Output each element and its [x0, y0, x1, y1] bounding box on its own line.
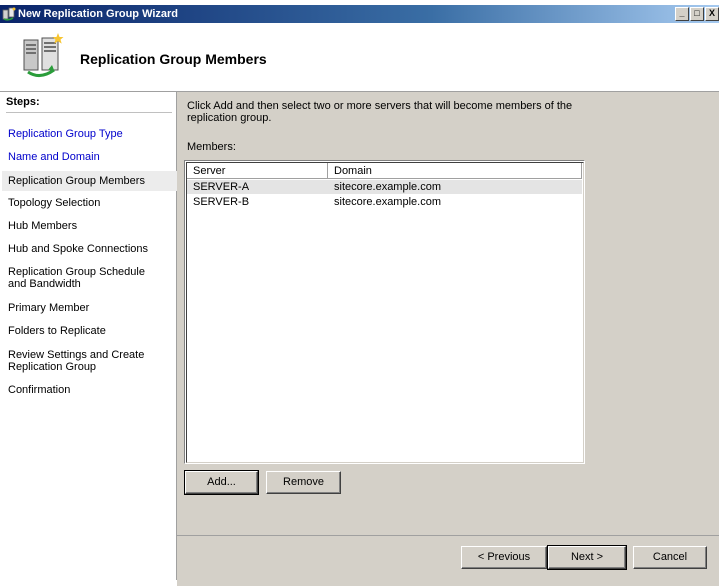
next-button[interactable]: Next > [547, 545, 627, 570]
close-button[interactable]: X [705, 7, 719, 21]
domain-cell: sitecore.example.com [334, 181, 441, 193]
table-row[interactable]: SERVER-A sitecore.example.com [187, 180, 582, 194]
step-replication-group-members: Replication Group Members [2, 171, 178, 191]
add-button[interactable]: Add... [184, 470, 259, 495]
remove-button[interactable]: Remove [266, 471, 341, 494]
step-primary-member: Primary Member [8, 302, 90, 314]
wizard-footer: < Previous Next > Cancel [177, 535, 719, 586]
step-hub-members: Hub Members [8, 220, 78, 232]
step-replication-group-schedule: Replication Group Schedule and Bandwidth [8, 266, 145, 290]
step-review-settings: Review Settings and Create Replication G… [8, 349, 145, 373]
cancel-button[interactable]: Cancel [633, 546, 707, 569]
members-list-frame: Server Domain SERVER-A sitecore.example.… [186, 162, 584, 463]
previous-button[interactable]: < Previous [461, 546, 547, 569]
table-row[interactable]: SERVER-B sitecore.example.com [187, 195, 582, 209]
wizard-header: Replication Group Members [0, 23, 719, 92]
step-replication-group-type[interactable]: Replication Group Type [8, 128, 173, 140]
step-confirmation: Confirmation [8, 384, 71, 396]
members-list[interactable]: Server Domain SERVER-A sitecore.example.… [184, 160, 585, 464]
column-header-domain[interactable]: Domain [328, 163, 582, 179]
step-folders-to-replicate: Folders to Replicate [8, 325, 106, 337]
step-topology-selection: Topology Selection [8, 197, 101, 209]
maximize-button[interactable]: □ [690, 7, 704, 21]
steps-title: Steps: [6, 96, 172, 113]
wizard-window: New Replication Group Wizard _ □ X Repli… [0, 5, 719, 586]
step-hub-and-spoke-connections: Hub and Spoke Connections [8, 243, 149, 255]
column-header-server[interactable]: Server [187, 163, 328, 179]
replication-servers-icon [23, 33, 64, 77]
replication-app-icon [2, 7, 16, 21]
list-header: Server Domain [187, 163, 582, 179]
title-bar[interactable]: New Replication Group Wizard _ □ X [0, 5, 719, 23]
members-label: Members: [187, 141, 236, 153]
server-cell: SERVER-A [193, 181, 250, 193]
steps-panel: Steps: Replication Group Type Name and D… [0, 92, 178, 580]
window-title: New Replication Group Wizard [18, 8, 179, 20]
minimize-button[interactable]: _ [675, 7, 689, 21]
page-title: Replication Group Members [80, 51, 267, 67]
domain-cell: sitecore.example.com [334, 196, 441, 208]
server-cell: SERVER-B [193, 196, 250, 208]
content-panel: Click Add and then select two or more se… [177, 92, 719, 535]
instructions-text: Click Add and then select two or more se… [187, 100, 573, 124]
step-name-and-domain[interactable]: Name and Domain [8, 151, 173, 163]
